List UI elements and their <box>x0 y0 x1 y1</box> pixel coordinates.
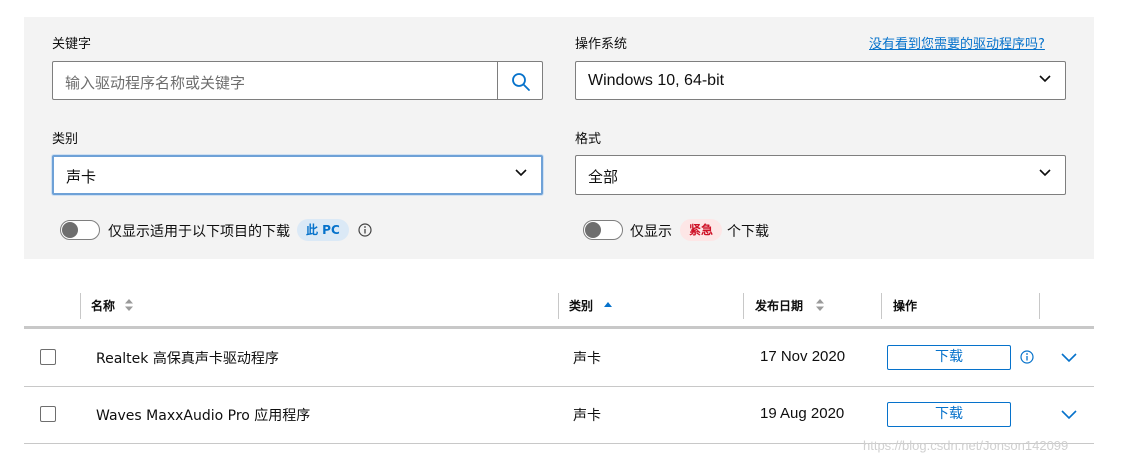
this-pc-badge: 此 PC <box>297 219 349 241</box>
sort-ascending-icon[interactable] <box>603 300 613 314</box>
info-icon[interactable] <box>358 223 372 237</box>
this-pc-toggle-label: 仅显示适用于以下项目的下载 <box>108 224 290 240</box>
category-value: 声卡 <box>66 168 97 186</box>
format-value: 全部 <box>588 168 619 186</box>
urgent-toggle-suffix: 个下载 <box>727 224 769 240</box>
expand-chevron-icon[interactable] <box>1061 410 1077 420</box>
format-select[interactable]: 全部 <box>575 155 1066 195</box>
release-date: 17 Nov 2020 <box>760 348 846 365</box>
os-label: 操作系统 <box>575 37 628 52</box>
toggle-knob <box>62 222 78 238</box>
chevron-down-icon <box>1039 169 1051 177</box>
info-icon[interactable] <box>1020 350 1034 364</box>
urgent-toggle-prefix: 仅显示 <box>630 224 672 240</box>
keyword-search-input[interactable]: 输入驱动程序名称或关键字 <box>52 61 498 100</box>
sort-icon[interactable] <box>815 298 825 312</box>
keyword-label: 关键字 <box>52 37 92 52</box>
urgent-toggle[interactable] <box>583 220 623 240</box>
column-divider <box>1039 293 1040 319</box>
column-header-action: 操作 <box>893 299 918 313</box>
os-select[interactable]: Windows 10, 64-bit <box>575 61 1066 100</box>
expand-chevron-icon[interactable] <box>1061 353 1077 363</box>
download-button[interactable]: 下载 <box>887 345 1011 370</box>
driver-category: 声卡 <box>573 351 601 367</box>
column-header-category[interactable]: 类别 <box>569 297 593 314</box>
category-label: 类别 <box>52 132 79 147</box>
column-divider <box>881 293 882 319</box>
urgent-badge: 紧急 <box>680 219 723 241</box>
driver-name: Realtek 高保真声卡驱动程序 <box>96 351 279 367</box>
row-divider <box>24 386 1094 387</box>
keyword-placeholder: 输入驱动程序名称或关键字 <box>65 74 246 92</box>
column-divider <box>80 293 81 319</box>
search-icon <box>512 73 530 91</box>
row-checkbox[interactable] <box>40 349 56 365</box>
column-divider <box>558 293 559 319</box>
table-header-rule <box>24 326 1094 329</box>
chevron-down-icon <box>515 169 527 177</box>
category-select[interactable]: 声卡 <box>52 155 543 195</box>
this-pc-toggle[interactable] <box>60 220 100 240</box>
os-value: Windows 10, 64-bit <box>588 72 725 89</box>
sort-icon[interactable] <box>124 298 134 312</box>
driver-category: 声卡 <box>573 408 601 424</box>
format-label: 格式 <box>575 132 602 147</box>
toggle-knob <box>585 222 601 238</box>
watermark: https://blog.csdn.net/Jonson142099 <box>863 438 1069 453</box>
row-checkbox[interactable] <box>40 406 56 422</box>
driver-name: Waves MaxxAudio Pro 应用程序 <box>96 408 311 424</box>
chevron-down-icon <box>1039 75 1051 83</box>
search-button[interactable] <box>497 61 543 100</box>
release-date: 19 Aug 2020 <box>760 405 845 422</box>
download-button[interactable]: 下载 <box>887 402 1011 427</box>
missing-driver-link[interactable]: 没有看到您需要的驱动程序吗? <box>869 33 1045 52</box>
column-header-date[interactable]: 发布日期 <box>755 297 803 314</box>
column-divider <box>743 293 744 319</box>
column-header-name[interactable]: 名称 <box>91 297 115 314</box>
